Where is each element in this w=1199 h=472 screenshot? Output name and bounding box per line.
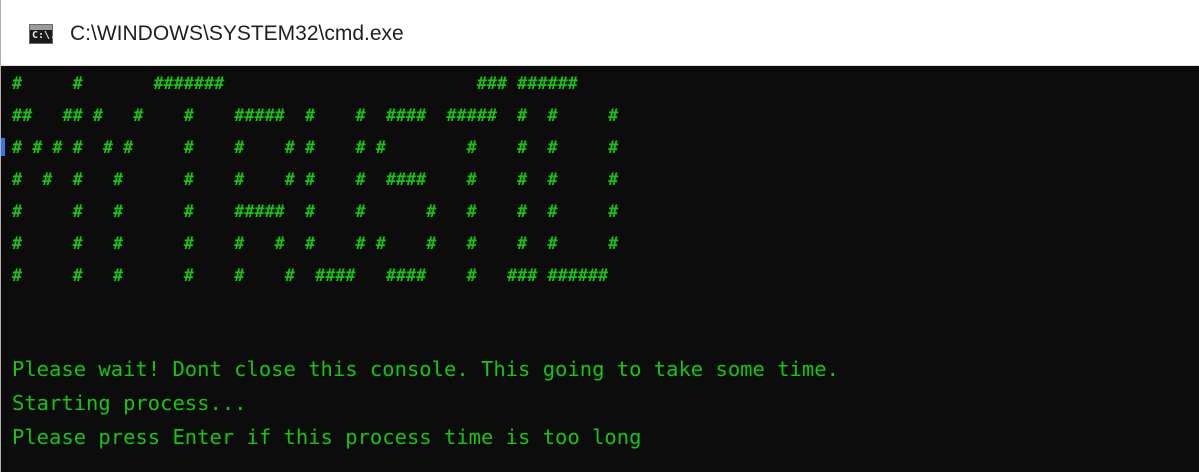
banner-line: # # # # # # # # # #### # # # # [12,169,619,189]
window-title: C:\WINDOWS\SYSTEM32\cmd.exe [70,22,404,45]
banner-line: # # # # # # #### #### # ### ###### [12,265,609,285]
banner-line: ## ## # # # ##### # # #### ##### # # # [12,105,619,125]
icon-glyph: C:\. [32,30,57,41]
console-output[interactable]: # # ####### ### ###### ## ## # # # #####… [12,67,1192,467]
wait-message: Please wait! Dont close this console. Th… [12,357,839,381]
enter-prompt-message: Please press Enter if this process time … [12,425,642,449]
banner-line: # # # # # # # # # # # # # # # # [12,137,619,157]
title-bar[interactable]: C:\. C:\WINDOWS\SYSTEM32\cmd.exe [1,0,1199,66]
banner-line: # # # # ##### # # # # # # # [12,201,619,221]
starting-message: Starting process... [12,391,247,415]
banner-line: # # # # # # # # # # # # # # [12,233,619,253]
ascii-banner: # # ####### ### ###### ## ## # # # #####… [12,67,1192,291]
banner-line: # # ####### ### ###### [12,73,578,93]
status-messages: Please wait! Dont close this console. Th… [12,353,839,455]
cmd-console-icon: C:\. [29,24,57,44]
window-edge-highlight [1,138,5,156]
console-window: C:\. C:\WINDOWS\SYSTEM32\cmd.exe # # ###… [0,0,1199,472]
